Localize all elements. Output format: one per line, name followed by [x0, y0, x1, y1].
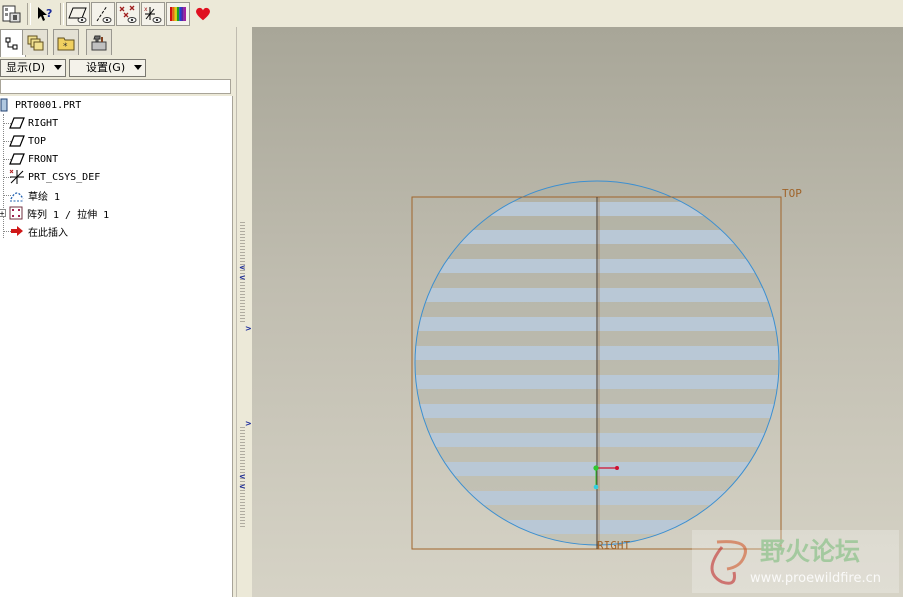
tab-favorites[interactable]: * — [53, 29, 79, 55]
datum-top-label: TOP — [782, 187, 802, 200]
insert-here-arrow-icon — [9, 223, 25, 239]
settings-menu-label: 设置(G) — [86, 61, 126, 74]
tree-node-insert-here[interactable]: 在此插入 — [9, 222, 68, 240]
pattern-icon — [8, 205, 24, 221]
tree-node-label: 草绘 1 — [28, 191, 61, 203]
collapse-left-icon[interactable]: < — [239, 483, 246, 491]
datum-right-label: RIGHT — [597, 539, 630, 552]
tree-node-label: FRONT — [28, 153, 59, 165]
tree-node-label: TOP — [28, 135, 47, 147]
toolbar-separator — [60, 2, 64, 25]
coordinate-system-display-icon[interactable]: x — [141, 1, 165, 26]
tools-icon — [91, 35, 107, 50]
model-tree: PRT0001.PRT RIGHT TOP FRONT PRT_CSYS_DEF… — [0, 96, 233, 597]
svg-text:x: x — [144, 6, 148, 13]
datum-axis-display-icon[interactable] — [91, 1, 115, 26]
collapse-left-icon[interactable]: < — [239, 274, 246, 282]
graphics-viewport[interactable]: TOP RIGHT 野火论坛 www.proewildfire.cn — [252, 27, 903, 597]
model-tree-icon — [5, 37, 18, 49]
expand-toggle-icon[interactable]: + — [0, 209, 6, 218]
csys-icon — [9, 169, 25, 185]
panel-splitter[interactable]: < < > > < < — [236, 27, 253, 597]
tree-filter-field[interactable] — [0, 79, 231, 94]
watermark-title: 野火论坛 — [760, 537, 860, 566]
tree-node-datum-right[interactable]: RIGHT — [9, 114, 58, 132]
svg-text:?: ? — [46, 7, 52, 20]
tree-node-label: 阵列 1 / 拉伸 1 — [27, 209, 110, 221]
expand-right-icon[interactable]: > — [245, 420, 252, 428]
favorites-heart-icon[interactable] — [191, 2, 215, 26]
navigator-menu-row: 显示(D) 设置(G) — [0, 58, 236, 78]
favorites-folder-icon: * — [57, 37, 75, 52]
splitter-grip[interactable] — [240, 222, 245, 322]
tree-node-csys[interactable]: PRT_CSYS_DEF — [9, 168, 100, 186]
model-view-svg: TOP RIGHT 野火论坛 www.proewildfire.cn — [411, 180, 899, 593]
layers-icon — [27, 35, 44, 50]
chevron-down-icon — [54, 65, 62, 70]
tree-node-label: 在此插入 — [28, 227, 68, 239]
tree-node-datum-front[interactable]: FRONT — [9, 150, 58, 168]
datum-plane-icon — [9, 133, 25, 149]
tab-connections[interactable] — [86, 29, 112, 55]
datum-plane-icon — [9, 115, 25, 131]
part-icon — [0, 97, 12, 113]
tree-node-sketch[interactable]: 草绘 1 — [9, 186, 60, 204]
datum-plane-icon — [9, 151, 25, 167]
tree-node-part[interactable]: PRT0001.PRT — [0, 96, 81, 114]
appearance-gallery-icon[interactable] — [166, 1, 190, 26]
show-menu-label: 显示(D) — [6, 61, 46, 74]
collapse-left-icon[interactable]: < — [239, 473, 246, 481]
forum-watermark: 野火论坛 www.proewildfire.cn — [692, 530, 899, 593]
settings-menu-button[interactable]: 设置(G) — [69, 59, 146, 77]
sketch-icon — [9, 187, 25, 203]
watermark-url: www.proewildfire.cn — [750, 571, 881, 586]
context-help-icon[interactable]: ? — [33, 2, 57, 26]
svg-text:*: * — [63, 42, 68, 52]
tab-folder-browser[interactable] — [22, 29, 48, 55]
show-menu-button[interactable]: 显示(D) — [0, 59, 66, 77]
toolbar-separator — [27, 2, 31, 25]
main-toolbar: ? x — [0, 0, 903, 28]
navigator-tabs: * — [0, 27, 236, 57]
tree-node-label: RIGHT — [28, 117, 59, 129]
tree-node-label: PRT_CSYS_DEF — [28, 171, 101, 183]
collapse-left-icon[interactable]: < — [239, 264, 246, 272]
model-tree-settings-icon[interactable] — [0, 2, 24, 26]
pattern-stripes — [415, 181, 779, 545]
expand-right-icon[interactable]: > — [245, 325, 252, 333]
tree-node-pattern[interactable]: + 阵列 1 / 拉伸 1 — [0, 204, 109, 222]
tree-node-label: PRT0001.PRT — [15, 99, 82, 111]
datum-point-display-icon[interactable] — [116, 1, 140, 26]
tree-node-datum-top[interactable]: TOP — [9, 132, 46, 150]
chevron-down-icon — [134, 65, 142, 70]
datum-plane-display-icon[interactable] — [66, 1, 90, 26]
navigator-panel: * 显示(D) 设置(G) PRT0001.PRT RIGHT TOP FRON… — [0, 27, 236, 597]
